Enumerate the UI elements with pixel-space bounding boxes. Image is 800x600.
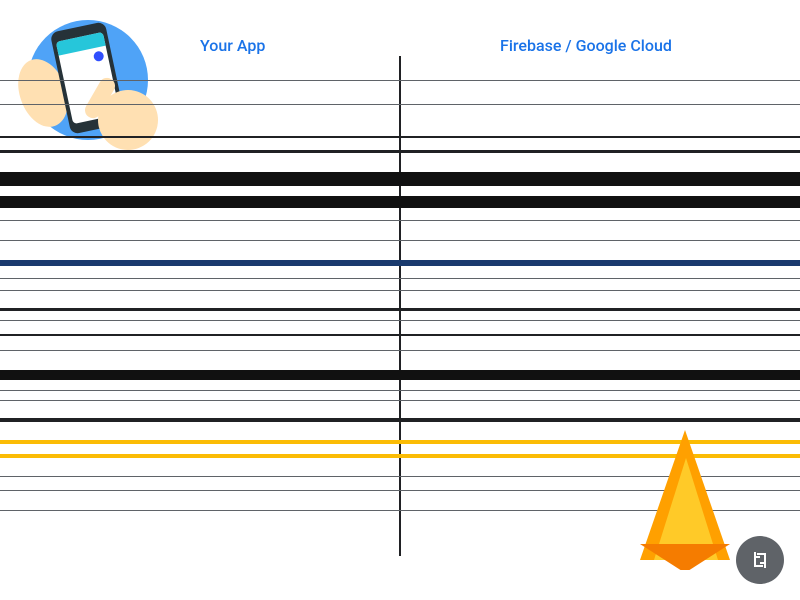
firebase-logo [630,430,740,570]
sync-icon [748,548,772,572]
column-header-right: Firebase / Google Cloud [500,36,672,55]
sync-button[interactable] [736,536,784,584]
column-header-left: Your App [200,36,265,55]
center-divider [399,56,401,556]
